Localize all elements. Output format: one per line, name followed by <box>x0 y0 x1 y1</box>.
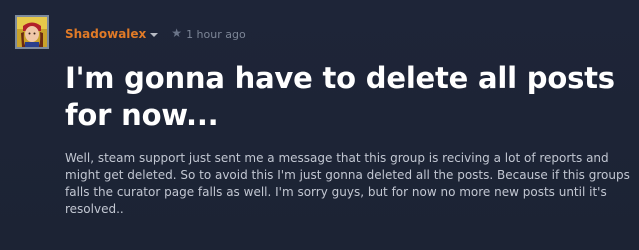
post-body: Well, steam support just sent me a messa… <box>65 151 630 216</box>
post-meta: Shadowalex ★ 1 hour ago <box>65 25 246 43</box>
post-title: I'm gonna have to delete all posts for n… <box>65 61 615 132</box>
chevron-down-icon[interactable] <box>150 33 159 37</box>
avatar-image <box>17 17 47 47</box>
author-avatar[interactable] <box>15 15 49 49</box>
announcement-post: Shadowalex ★ 1 hour ago I'm gonna have t… <box>0 0 639 250</box>
author-name-link[interactable]: Shadowalex <box>65 27 146 41</box>
post-timestamp: 1 hour ago <box>186 27 246 41</box>
star-icon: ★ <box>171 26 183 40</box>
